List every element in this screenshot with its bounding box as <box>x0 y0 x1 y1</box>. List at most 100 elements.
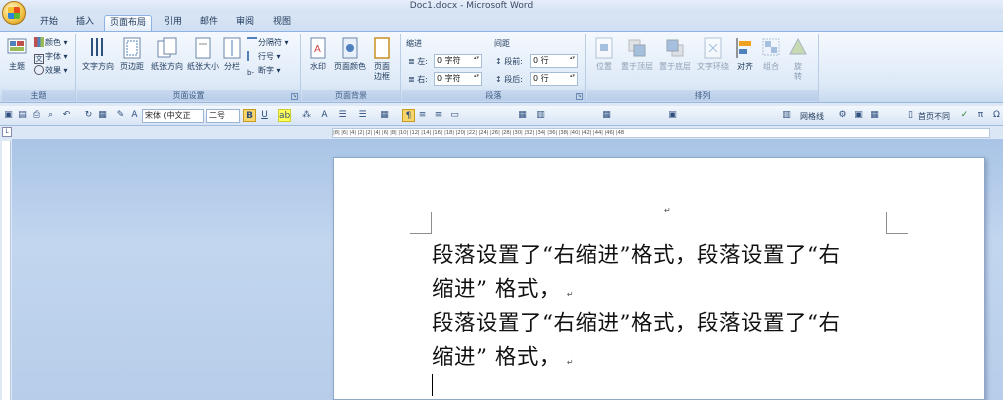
send-back-button[interactable]: 置于底层 <box>657 36 693 88</box>
paragraph-launcher-icon[interactable]: ↘ <box>576 93 583 100</box>
undo-icon[interactable]: ↶ <box>60 109 73 122</box>
document-line[interactable]: 缩进” 格式， ↵ <box>432 340 574 371</box>
bold-button[interactable]: B <box>243 109 256 122</box>
first-page-icon[interactable]: ▯ <box>904 109 917 122</box>
omega-icon[interactable]: Ω <box>990 109 1003 122</box>
tab-home[interactable]: 开始 <box>36 15 62 31</box>
page-borders-label: 页面 边框 <box>374 62 390 81</box>
line-numbers-button[interactable]: 行号 ▾ <box>247 51 281 63</box>
theme-colors-button[interactable]: 颜色 ▾ <box>34 37 68 49</box>
align-icon <box>734 36 756 60</box>
symbol-icon[interactable]: ▦ <box>868 109 881 122</box>
tab-view[interactable]: 视图 <box>269 15 295 31</box>
formatting-toolbar: ▣ ▤ ⎙ ⌕ ↶ ↻ ▦ ✎ A 宋体 (中文正 二号 B U ab ⁂ A … <box>0 106 1003 126</box>
font-color-a-icon[interactable]: A <box>128 109 141 122</box>
text-wrap-icon <box>702 36 724 60</box>
align-left-icon[interactable]: ≡ <box>416 109 429 122</box>
text-direction-button[interactable]: 文字方向 <box>81 36 115 88</box>
gear-icon[interactable]: ⚙ <box>836 109 849 122</box>
spacing-before-input[interactable]: 0 行 <box>530 54 578 68</box>
theme-effects-button[interactable]: 效果 ▾ <box>34 65 68 77</box>
tab-page-layout[interactable]: 页面布局 <box>104 15 152 31</box>
redo-icon[interactable]: ↻ <box>82 109 95 122</box>
group-icon <box>760 36 782 60</box>
rotate-button[interactable]: 旋 转 <box>785 36 811 88</box>
spacing-before-text: 段前: <box>504 57 523 66</box>
document-line[interactable]: 缩进” 格式， ↵ <box>432 272 574 303</box>
align-center-icon[interactable]: ≡ <box>432 109 445 122</box>
crop-mark-top-left <box>410 212 432 234</box>
breaks-button[interactable]: 分隔符 ▾ <box>247 37 289 49</box>
show-marks-icon[interactable]: ¶ <box>402 109 415 122</box>
themes-button[interactable]: 主题 <box>2 36 32 88</box>
size-button[interactable]: 纸张大小 <box>185 36 221 88</box>
tab-review[interactable]: 审阅 <box>232 15 258 31</box>
themes-icon <box>6 36 28 60</box>
text-direction-label: 文字方向 <box>82 62 114 71</box>
grid-icon[interactable]: ▦ <box>600 109 613 122</box>
breaks-icon <box>247 37 257 47</box>
page-setup-launcher-icon[interactable]: ↘ <box>291 93 298 100</box>
numbering-icon[interactable]: ☰ <box>356 109 369 122</box>
paste-icon[interactable]: ▦ <box>96 109 109 122</box>
theme-fonts-button[interactable]: 文字体 ▾ <box>34 51 68 64</box>
horizontal-ruler[interactable]: |8| |6| |4| |2| |2| |4| |6| |8| |10| |12… <box>332 128 990 138</box>
font-size-select[interactable]: 二号 <box>206 109 240 123</box>
borders-icon[interactable]: ▦ <box>378 109 391 122</box>
underline-button[interactable]: U <box>258 109 271 122</box>
hyphenation-button[interactable]: b- 断字 ▾ <box>247 65 281 77</box>
tab-stop-selector-icon[interactable]: L <box>2 127 12 137</box>
columns-button[interactable]: 分栏 <box>221 36 243 88</box>
format-painter-icon[interactable]: ✎ <box>114 109 127 122</box>
table-insert-icon[interactable]: ▥ <box>534 109 547 122</box>
text-effects-icon[interactable]: A <box>318 109 331 122</box>
document-line[interactable]: 段落设置了“右缩进”格式，段落设置了“右 <box>432 238 840 269</box>
preview-icon[interactable]: ⌕ <box>44 109 57 122</box>
indent-left-label: ≣ 左: <box>408 56 428 67</box>
font-name-select[interactable]: 宋体 (中文正 <box>142 109 204 123</box>
position-button[interactable]: 位置 <box>591 36 617 88</box>
check-icon[interactable]: ✓ <box>958 109 971 122</box>
save-icon[interactable]: ▣ <box>2 109 15 122</box>
page-borders-button[interactable]: 页面 边框 <box>368 36 396 88</box>
document-page[interactable]: ↵ 段落设置了“右缩进”格式，段落设置了“右 缩进” 格式， ↵ 段落设置了“右缩… <box>333 157 985 400</box>
margins-button[interactable]: 页边距 <box>117 36 147 88</box>
picture-icon[interactable]: ▣ <box>666 109 679 122</box>
size-icon <box>192 36 214 60</box>
text-wrap-button[interactable]: 文字环绕 <box>695 36 731 88</box>
vertical-ruler[interactable] <box>2 141 11 400</box>
group-button[interactable]: 组合 <box>759 36 783 88</box>
rotate-icon <box>787 36 809 60</box>
bring-front-label: 置于顶层 <box>621 62 653 71</box>
gridlines-icon[interactable]: ▥ <box>780 109 793 122</box>
print-icon[interactable]: ⎙ <box>30 109 43 122</box>
tab-references[interactable]: 引用 <box>160 15 186 31</box>
theme-fonts-label: 字体 <box>45 52 61 61</box>
phonetic-icon[interactable]: ⁂ <box>300 109 313 122</box>
open-icon[interactable]: ▤ <box>16 109 29 122</box>
watermark-icon: A <box>307 36 329 60</box>
align-button[interactable]: 对齐 <box>733 36 757 88</box>
pi-button[interactable]: π <box>974 109 987 122</box>
indent-left-input[interactable]: 0 字符 <box>434 54 482 68</box>
orientation-button[interactable]: 纸张方向 <box>149 36 185 88</box>
align-label: 对齐 <box>737 62 753 71</box>
indent-right-input[interactable]: 0 字符 <box>434 72 482 86</box>
align-justify-icon[interactable]: ▭ <box>448 109 461 122</box>
table-icon[interactable]: ▦ <box>516 109 529 122</box>
group-label-page-setup: 页面设置 <box>77 90 300 101</box>
page-color-button[interactable]: 页面颜色 <box>332 36 368 88</box>
spacing-after-input[interactable]: 0 行 <box>530 72 578 86</box>
highlight-icon[interactable]: ab <box>278 109 291 122</box>
fonts-icon: 文 <box>34 54 44 64</box>
bullets-icon[interactable]: ☰ <box>336 109 349 122</box>
tab-mailings[interactable]: 邮件 <box>196 15 222 31</box>
stamp-icon[interactable]: ▣ <box>852 109 865 122</box>
watermark-button[interactable]: A 水印 <box>306 36 330 88</box>
tab-insert[interactable]: 插入 <box>72 15 98 31</box>
first-page-label[interactable]: 首页不同 <box>918 111 950 122</box>
document-line[interactable]: 段落设置了“右缩进”格式，段落设置了“右 <box>432 306 840 337</box>
office-button[interactable] <box>2 1 26 25</box>
bring-front-button[interactable]: 置于顶层 <box>619 36 655 88</box>
gridlines-label[interactable]: 网格线 <box>800 111 824 122</box>
